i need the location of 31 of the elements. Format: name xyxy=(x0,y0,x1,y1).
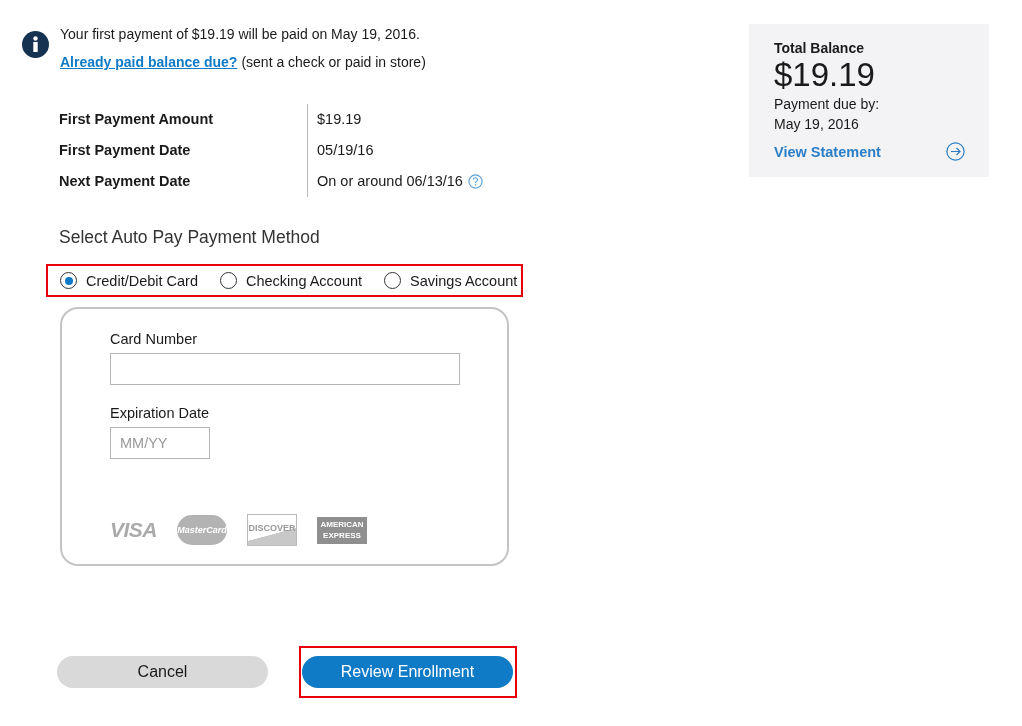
already-paid-link[interactable]: Already paid balance due? xyxy=(60,54,238,70)
radio-label[interactable]: Credit/Debit Card xyxy=(86,272,198,289)
card-logo: DISCOVER xyxy=(247,514,297,546)
card-logo: MasterCard xyxy=(177,515,227,545)
input-field[interactable]: MM/YY xyxy=(110,427,210,459)
card-logo: AMERICAN EXPRESS xyxy=(317,516,367,544)
schedule-value: On or around 06/13/16 xyxy=(317,172,463,191)
radio-label[interactable]: Checking Account xyxy=(246,272,363,289)
cancel-button[interactable]: Cancel xyxy=(57,656,268,688)
info-icon xyxy=(22,31,49,58)
balance-title: Total Balance xyxy=(774,40,865,56)
card-logo: VISA xyxy=(110,518,157,542)
view-statement-link[interactable]: View Statement xyxy=(774,143,881,160)
arrow-right-icon[interactable] xyxy=(946,142,965,161)
schedule-label: First Payment Date xyxy=(59,141,192,160)
balance-amount: $19.19 xyxy=(774,56,876,94)
section-heading: Select Auto Pay Payment Method xyxy=(59,227,321,248)
schedule-label: Next Payment Date xyxy=(59,172,192,191)
field-label: Expiration Date xyxy=(110,405,211,421)
link-note: (sent a check or paid in store) xyxy=(241,54,426,70)
due-date: May 19, 2016 xyxy=(774,115,860,134)
input-field[interactable] xyxy=(110,353,460,385)
schedule-label: First Payment Amount xyxy=(59,110,215,129)
schedule-value: 05/19/16 xyxy=(317,141,374,160)
review-button[interactable]: Review Enrollment xyxy=(302,656,513,688)
help-icon[interactable] xyxy=(467,174,483,189)
due-label: Payment due by: xyxy=(774,95,881,114)
field-label: Card Number xyxy=(110,331,199,347)
payment-notice: Your first payment of $19.19 will be paid on May 19, 2016. xyxy=(60,26,421,42)
radio-label[interactable]: Savings Account xyxy=(410,272,518,289)
schedule-value: $19.19 xyxy=(317,110,362,129)
